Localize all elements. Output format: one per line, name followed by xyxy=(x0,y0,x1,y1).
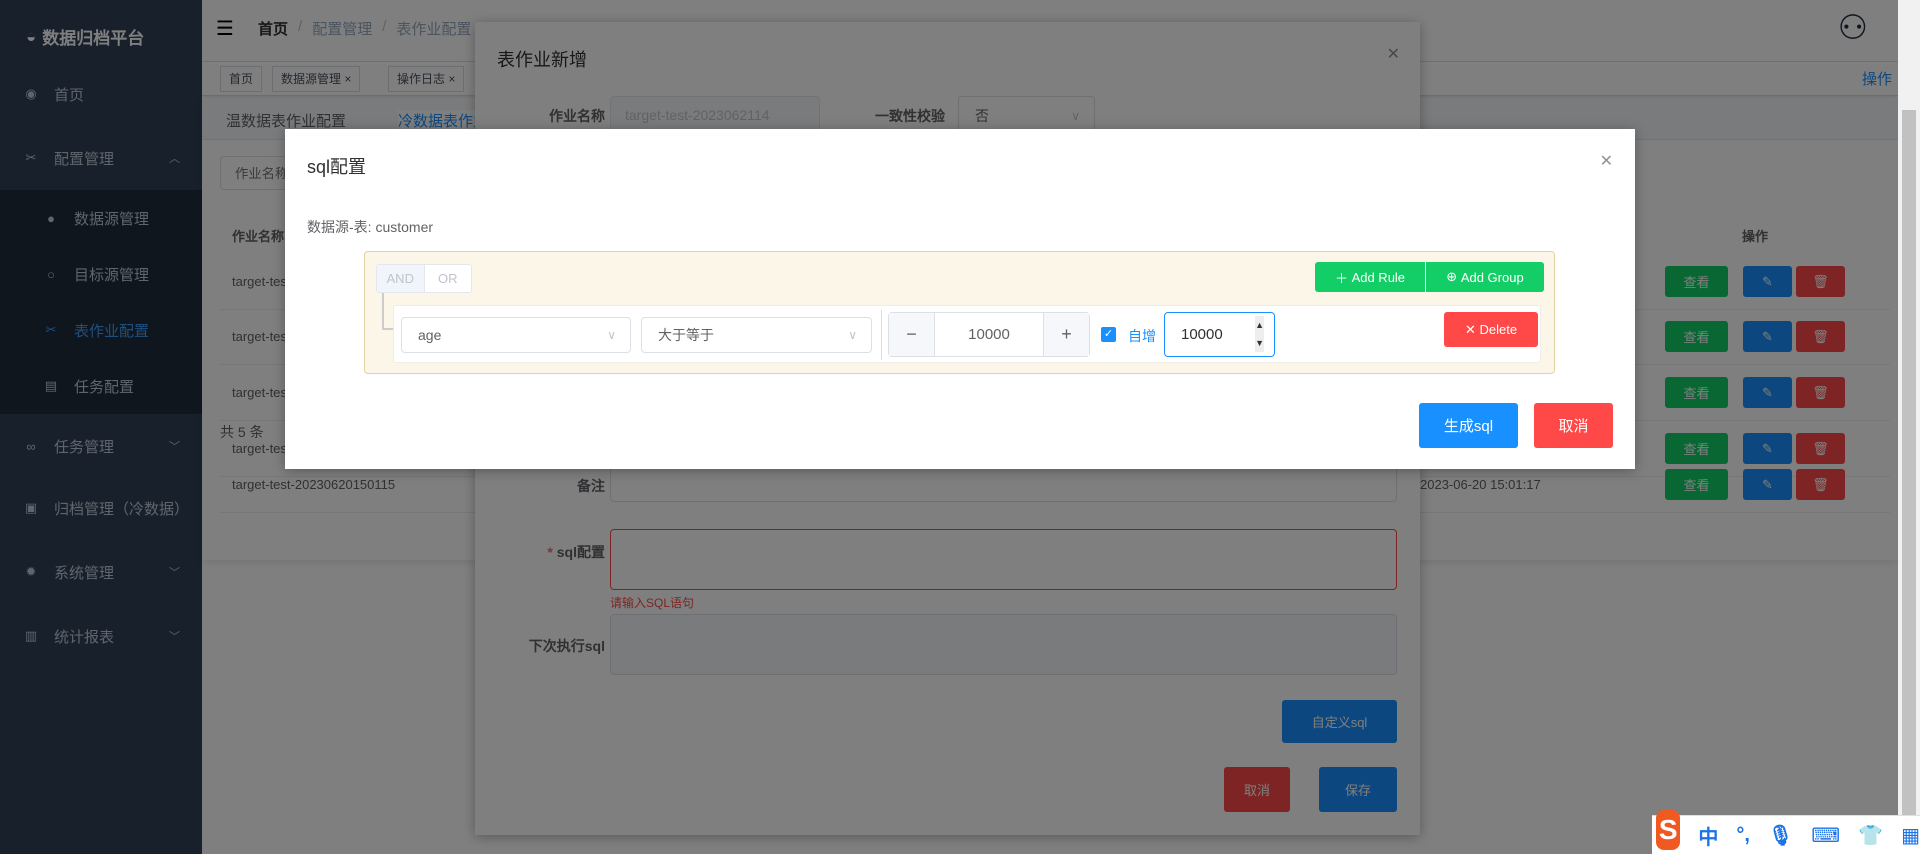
minus-icon[interactable]: − xyxy=(889,313,935,356)
close-icon[interactable]: ✕ xyxy=(1600,151,1613,171)
spin-icon[interactable]: ▲ ▼ xyxy=(1255,316,1264,352)
plus-circle-icon: ⊕ xyxy=(1446,269,1461,284)
ime-lang-toggle[interactable]: 中 xyxy=(1698,821,1718,850)
microphone-icon[interactable]: 🎙 xyxy=(1768,823,1793,848)
operator-select[interactable]: 大于等于 ∨ xyxy=(641,317,872,353)
step-input[interactable]: 10000 ▲ ▼ xyxy=(1164,312,1275,357)
source-table-label: 数据源-表: customer xyxy=(307,219,434,235)
field-select[interactable]: age ∨ xyxy=(401,317,631,353)
auto-inc-checkbox[interactable]: ✓ xyxy=(1101,327,1116,342)
ime-toolbar: S 中 °, 🎙 ⌨ 👕 ▦ xyxy=(1652,810,1920,854)
chevron-down-icon: ∨ xyxy=(607,328,616,342)
add-rule-button[interactable]: ＋ Add Rule xyxy=(1315,262,1425,292)
modal-title: sql配置 xyxy=(307,157,367,177)
value-stepper[interactable]: − 10000 + xyxy=(888,312,1090,357)
generate-sql-button[interactable]: 生成sql xyxy=(1419,403,1518,448)
plus-icon[interactable]: + xyxy=(1043,313,1089,356)
ime-punct-toggle[interactable]: °, xyxy=(1736,824,1750,847)
rule-row: age ∨ 大于等于 ∨ − 10000 + ✓ 自增 10000 ▲ ▼ ✕ Dele… xyxy=(393,305,1541,363)
chevron-down-icon: ∨ xyxy=(848,328,857,342)
query-builder-group: AND OR ＋ Add Rule ⊕ Add Group age ∨ 大于等于 ∨… xyxy=(364,251,1555,374)
plus-icon: ＋ xyxy=(1334,270,1352,286)
sogou-logo-icon[interactable]: S xyxy=(1656,810,1681,850)
scrollbar[interactable] xyxy=(1898,0,1920,854)
modal-cancel-button[interactable]: 取消 xyxy=(1534,403,1613,448)
delete-rule-button[interactable]: ✕ Delete xyxy=(1444,312,1538,347)
close-icon: ✕ xyxy=(1464,321,1480,337)
auto-inc-label[interactable]: 自增 xyxy=(1128,326,1156,346)
sql-config-modal: sql配置 ✕ 数据源-表: customer AND OR ＋ Add Rul… xyxy=(285,129,1635,469)
keyboard-icon[interactable]: ⌨ xyxy=(1811,823,1840,848)
and-toggle[interactable]: AND xyxy=(377,265,425,292)
apps-grid-icon[interactable]: ▦ xyxy=(1901,823,1920,848)
skin-icon[interactable]: 👕 xyxy=(1858,823,1883,848)
or-toggle[interactable]: OR xyxy=(425,265,472,292)
add-group-button[interactable]: ⊕ Add Group xyxy=(1426,262,1544,292)
